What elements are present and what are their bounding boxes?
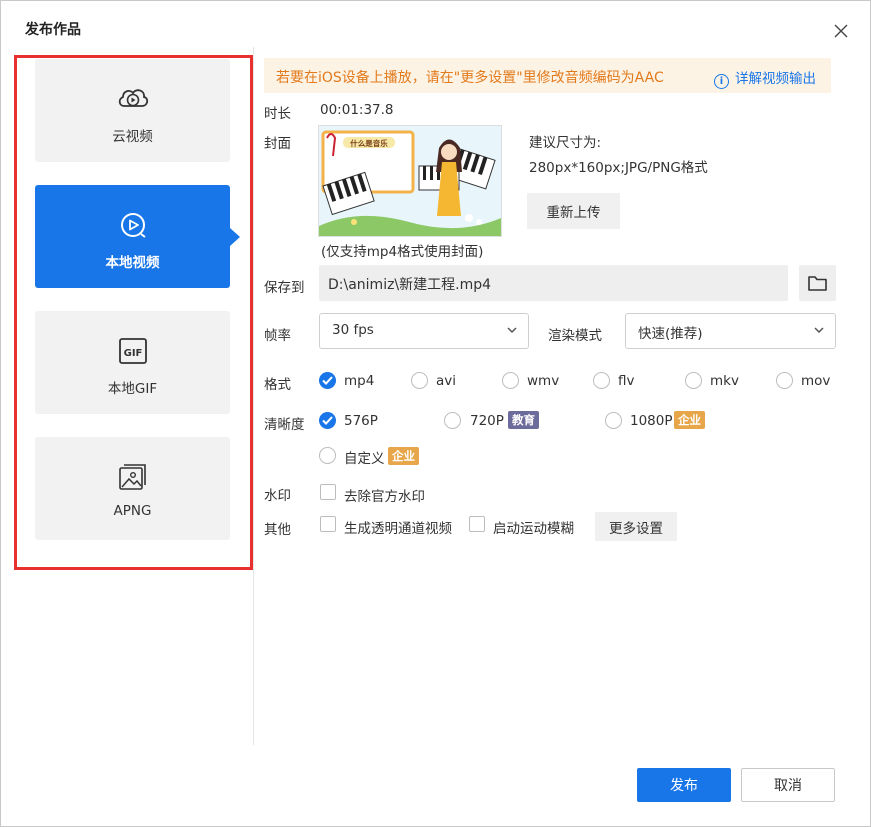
resolution-radio-720p[interactable] — [444, 412, 461, 429]
format-label: 格式 — [264, 377, 291, 393]
cover-note: (仅支持mp4格式使用封面) — [321, 244, 484, 260]
resolution-option-label: 576P — [344, 413, 378, 429]
resolution-label: 清晰度 — [264, 417, 305, 433]
render-mode-value: 快速(推荐) — [638, 326, 703, 342]
duration-value: 00:01:37.8 — [320, 102, 394, 118]
format-radio-mp4[interactable] — [319, 372, 336, 389]
resolution-radio-576p[interactable] — [319, 412, 336, 429]
sidebar-item-label: APNG — [113, 503, 152, 519]
format-option-label: avi — [436, 373, 457, 389]
frame-rate-select[interactable]: 30 fps — [319, 313, 529, 349]
motion-blur-label: 启动运动模糊 — [493, 521, 574, 537]
resolution-option-label: 1080P — [630, 413, 673, 429]
cover-size-hint-line2: 280px*160px;JPG/PNG格式 — [529, 160, 708, 176]
gif-icon-text: GIF — [124, 348, 143, 359]
format-radio-flv[interactable] — [593, 372, 610, 389]
folder-icon — [808, 276, 827, 291]
apng-icon — [115, 459, 151, 495]
browse-folder-button[interactable] — [799, 265, 836, 301]
cover-thumbnail: 什么是音乐 — [318, 125, 502, 237]
chevron-down-icon — [507, 327, 517, 334]
vertical-divider — [253, 47, 254, 745]
render-mode-select[interactable]: 快速(推荐) — [625, 313, 836, 349]
motion-blur-checkbox[interactable] — [469, 516, 485, 532]
sidebar-item-label: 本地视频 — [105, 255, 160, 271]
edu-badge: 教育 — [508, 411, 539, 429]
format-option-label: mp4 — [344, 373, 375, 389]
format-option-label: mov — [801, 373, 831, 389]
format-option-label: mkv — [710, 373, 739, 389]
format-radio-wmv[interactable] — [502, 372, 519, 389]
sidebar-item-local-video[interactable]: 本地视频 — [35, 185, 230, 288]
cancel-button[interactable]: 取消 — [741, 768, 835, 802]
active-pointer-arrow — [230, 228, 240, 246]
transparent-channel-label: 生成透明通道视频 — [344, 521, 452, 537]
reupload-cover-button[interactable]: 重新上传 — [527, 193, 620, 229]
checkmark-icon — [322, 376, 333, 385]
sidebar-item-apng[interactable]: APNG — [35, 437, 230, 540]
sidebar-item-label: 云视频 — [112, 129, 153, 145]
close-icon[interactable] — [831, 21, 851, 41]
resolution-radio-1080p[interactable] — [605, 412, 622, 429]
resolution-radio-custom[interactable] — [319, 447, 336, 464]
info-icon: i — [714, 74, 729, 89]
notice-text: 若要在iOS设备上播放，请在"更多设置"里修改音频编码为AAC — [276, 70, 664, 86]
cover-size-hint-line1: 建议尺寸为: — [529, 135, 602, 151]
format-radio-mov[interactable] — [776, 372, 793, 389]
transparent-channel-checkbox[interactable] — [320, 516, 336, 532]
video-output-help-link[interactable]: i 详解视频输出 — [714, 67, 816, 89]
local-video-icon — [115, 207, 151, 243]
format-option-label: flv — [618, 373, 635, 389]
sidebar-item-local-gif[interactable]: GIF 本地GIF — [35, 311, 230, 414]
enterprise-badge: 企业 — [388, 447, 419, 465]
chevron-down-icon — [814, 327, 824, 334]
gif-icon: GIF — [115, 333, 151, 369]
format-radio-mkv[interactable] — [685, 372, 702, 389]
cloud-video-icon — [115, 81, 151, 117]
enterprise-badge: 企业 — [674, 411, 705, 429]
cover-label: 封面 — [264, 136, 291, 152]
watermark-label: 水印 — [264, 488, 291, 504]
publish-button[interactable]: 发布 — [637, 768, 731, 802]
format-radio-avi[interactable] — [411, 372, 428, 389]
render-mode-label: 渲染模式 — [548, 328, 602, 344]
resolution-option-label: 720P — [470, 413, 504, 429]
publish-dialog: 发布作品 云视频 本地视频 GIF 本地GIF APNG 若要在iOS设备上播放… — [0, 0, 871, 827]
help-link-label: 详解视频输出 — [735, 71, 816, 87]
sidebar-item-cloud-video[interactable]: 云视频 — [35, 59, 230, 162]
save-path-field[interactable]: D:\animiz\新建工程.mp4 — [319, 265, 788, 301]
frame-rate-value: 30 fps — [332, 322, 374, 338]
remove-watermark-checkbox[interactable] — [320, 484, 336, 500]
thumb-title: 什么是音乐 — [350, 138, 388, 148]
duration-label: 时长 — [264, 106, 291, 122]
save-path-value: D:\animiz\新建工程.mp4 — [328, 277, 492, 293]
format-option-label: wmv — [527, 373, 560, 389]
save-to-label: 保存到 — [264, 280, 305, 296]
more-settings-button[interactable]: 更多设置 — [595, 512, 677, 541]
sidebar-item-label: 本地GIF — [107, 381, 158, 397]
dialog-title: 发布作品 — [25, 22, 81, 38]
checkmark-icon — [322, 416, 333, 425]
remove-watermark-label: 去除官方水印 — [344, 489, 425, 505]
frame-rate-label: 帧率 — [264, 328, 291, 344]
other-label: 其他 — [264, 522, 291, 538]
resolution-option-label: 自定义 — [344, 451, 385, 467]
ios-notice-banner: 若要在iOS设备上播放，请在"更多设置"里修改音频编码为AAC i 详解视频输出 — [264, 58, 831, 93]
